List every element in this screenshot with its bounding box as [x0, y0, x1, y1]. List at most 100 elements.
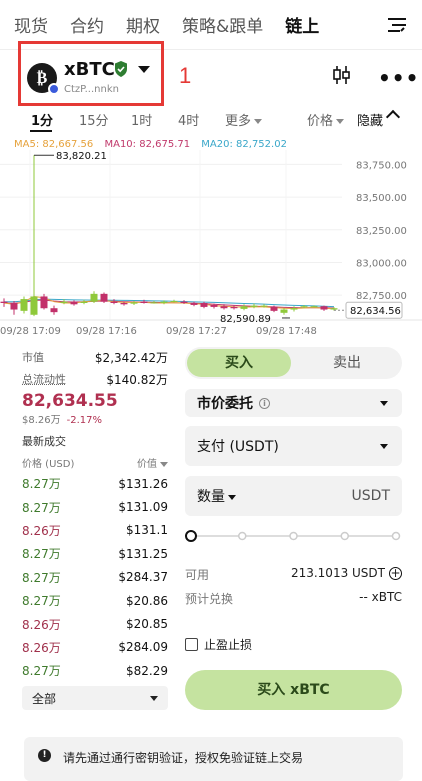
available-label: 可用	[185, 568, 210, 582]
pay-currency-value: 支付 (USDT)	[197, 439, 279, 455]
y-tick-label: 83,000.00	[356, 258, 407, 269]
trades-header: 价格 (USD) 价值	[22, 455, 168, 470]
trade-filter-value: 全部	[32, 692, 57, 706]
slider-stop[interactable]	[340, 531, 349, 541]
market-cap-label: 市值	[22, 351, 44, 364]
candle-body	[330, 308, 338, 310]
info-icon[interactable]: i	[259, 397, 270, 409]
quantity-dropdown-icon	[228, 494, 236, 500]
candle-body	[180, 301, 188, 303]
candle-body	[250, 305, 258, 307]
slider-handle[interactable]	[185, 530, 197, 542]
value-dropdown-icon	[160, 461, 168, 467]
candle-body	[220, 306, 228, 309]
trade-price: 8.27万	[22, 570, 61, 585]
menu-icon[interactable]	[386, 14, 408, 36]
trade-price: 8.27万	[22, 594, 61, 609]
active-interval-underline	[30, 130, 52, 132]
quantity-type-select[interactable]: 数量	[197, 486, 236, 506]
interval-1m[interactable]: 1分	[31, 110, 53, 129]
buy-tab[interactable]: 买入	[187, 349, 291, 377]
candle-body	[190, 303, 198, 305]
price-usd: $8.26万	[22, 415, 61, 426]
trade-value: $131.26	[118, 476, 168, 491]
candle-body	[300, 306, 308, 308]
trade-value: $131.09	[118, 500, 168, 515]
interval-more[interactable]: 更多	[225, 110, 263, 129]
price-chart[interactable]: 83,750.00 83,500.00 83,250.00 83,000.00 82,7…	[0, 150, 422, 340]
candle-body	[60, 301, 68, 303]
slider-stop[interactable]	[391, 531, 401, 541]
low-price-label: 82,590.89	[220, 314, 271, 325]
pay-currency-select[interactable]: 支付 (USDT)	[185, 426, 402, 466]
trade-value: $284.09	[118, 640, 168, 655]
price-type-select[interactable]: 价格	[307, 110, 345, 129]
candle-body	[90, 293, 98, 302]
candle-body	[120, 303, 128, 305]
high-price-label: 83,820.21	[56, 151, 107, 162]
candle-body	[210, 304, 218, 307]
trade-value: $131.25	[118, 546, 168, 561]
notice-text: 请先通过通行密钥验证，授权免验证链上交易	[63, 751, 304, 765]
annotation-highlight-box	[18, 41, 164, 106]
last-price-label: 82,634.56	[350, 306, 401, 317]
nav-tab-strategy[interactable]: 策略&跟单	[182, 12, 263, 37]
order-type-dropdown-icon	[380, 400, 388, 406]
interval-1h[interactable]: 1时	[131, 110, 152, 129]
hide-chart-toggle[interactable]: 隐藏	[357, 110, 383, 129]
estimate-label: 预计兑换	[185, 592, 234, 606]
annotation-number: 1	[179, 63, 192, 88]
x-tick-label: 09/28 17:09	[0, 326, 61, 337]
trades-value-header[interactable]: 价值	[137, 455, 168, 470]
nav-tab-spot[interactable]: 现货	[14, 12, 48, 37]
ma10-label: MA10: 82,675.71	[104, 139, 191, 150]
interval-4h[interactable]: 4时	[178, 110, 199, 129]
y-tick-label: 82,750.00	[356, 291, 407, 302]
estimate-value: -- xBTC	[359, 590, 402, 604]
candle-body	[150, 302, 158, 304]
interval-15m[interactable]: 15分	[79, 110, 109, 129]
filter-dropdown-icon	[150, 696, 158, 701]
trade-value: $20.86	[126, 593, 168, 608]
nav-tab-futures[interactable]: 合约	[70, 12, 104, 37]
market-cap-row: 市值 $2,342.42万	[22, 346, 168, 368]
x-tick-label: 09/28 17:48	[256, 326, 317, 337]
deposit-plus-icon[interactable]: +	[389, 567, 402, 580]
pay-dropdown-icon	[380, 443, 388, 449]
trade-row: 8.27万 $131.25	[22, 542, 168, 565]
candle-body	[40, 296, 48, 309]
candle-body	[170, 301, 178, 303]
tpsl-checkbox-box[interactable]	[185, 638, 198, 651]
price-dropdown-icon	[336, 119, 345, 124]
candlestick-chart-icon[interactable]	[330, 64, 352, 86]
nav-tab-options[interactable]: 期权	[126, 12, 160, 37]
market-cap-value: $2,342.42万	[94, 350, 168, 365]
liquidity-label[interactable]: 总流动性	[22, 371, 66, 387]
more-options-icon[interactable]: •••	[378, 66, 419, 90]
liquidity-value: $140.82万	[106, 372, 168, 387]
sell-tab[interactable]: 卖出	[295, 349, 399, 377]
slider-stop[interactable]	[238, 531, 247, 541]
trade-filter-select[interactable]: 全部	[22, 686, 168, 710]
candle-body	[100, 293, 108, 302]
quantity-input[interactable]: 数量 USDT	[185, 476, 402, 516]
nav-tab-onchain[interactable]: 链上	[285, 12, 319, 37]
candle-body	[260, 305, 268, 307]
x-tick-label: 09/28 17:27	[166, 326, 227, 337]
available-value: 213.1013 USDT	[290, 566, 385, 580]
candle-body	[290, 308, 298, 310]
candle-body	[30, 296, 38, 315]
tpsl-checkbox[interactable]: 止盈止损	[185, 636, 252, 653]
candle-body	[310, 306, 318, 308]
buy-button[interactable]: 买入 xBTC	[185, 670, 402, 710]
slider-stop[interactable]	[289, 531, 298, 541]
interval-bar: 1分 15分 1时 4时 更多 价格 隐藏	[0, 106, 422, 132]
trade-price: 8.27万	[22, 477, 61, 492]
amount-slider[interactable]	[185, 529, 402, 543]
market-stats: 市值 $2,342.42万 总流动性 $140.82万	[22, 346, 168, 390]
candle-body	[140, 301, 148, 303]
candle-body	[200, 303, 208, 307]
available-row: 可用 213.1013 USDT +	[185, 566, 402, 583]
trade-row: 8.27万 $82.29	[22, 659, 168, 682]
order-type-select[interactable]: 市价委托 i	[185, 389, 402, 417]
